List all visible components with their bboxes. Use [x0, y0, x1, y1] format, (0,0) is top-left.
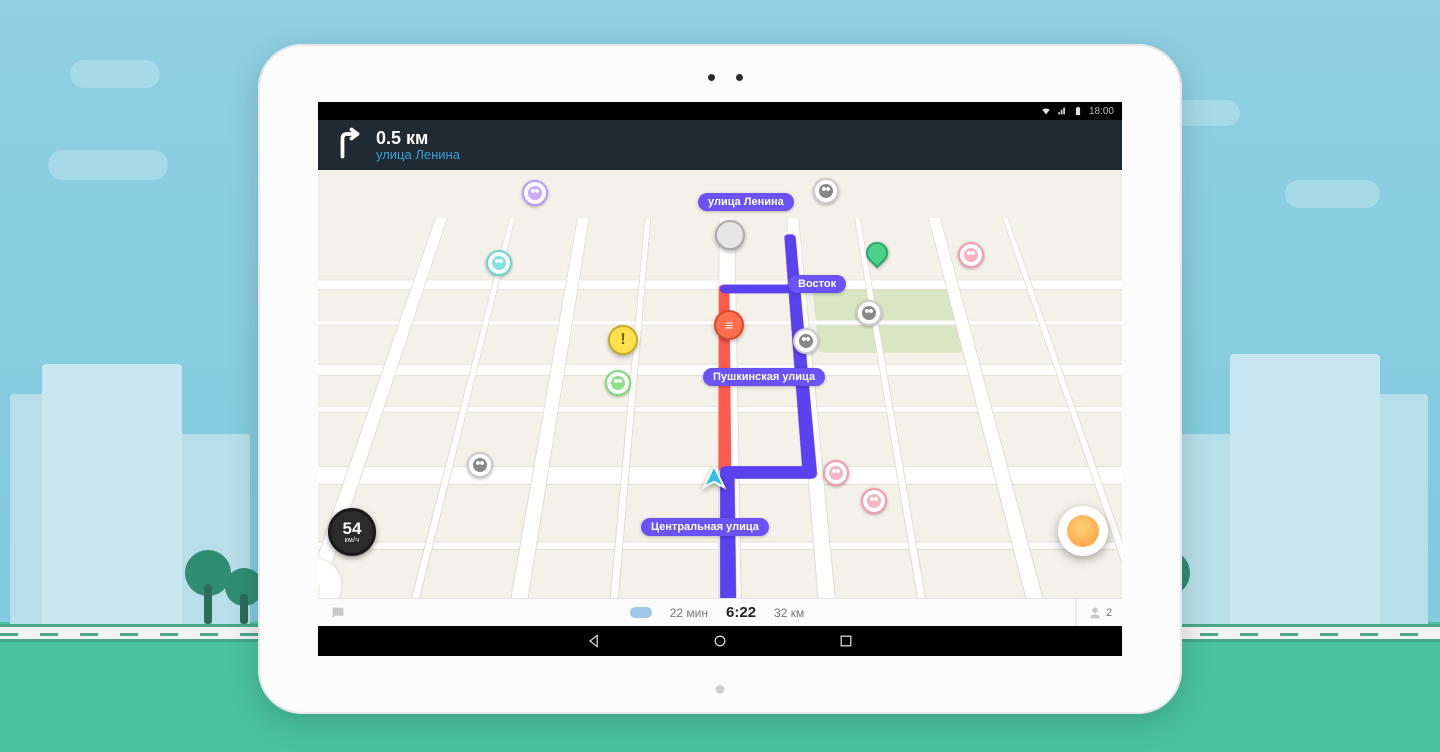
next-turn-street: улица Ленина: [376, 147, 460, 162]
cloud-icon: [48, 150, 168, 180]
wazer-icon[interactable]: [856, 300, 882, 326]
eta-info[interactable]: 22 мин 6:22 32 км: [358, 604, 1076, 621]
turn-right-icon: [332, 126, 362, 165]
time-remaining: 22 мин: [670, 606, 708, 620]
speedometer[interactable]: 54 км/ч: [328, 508, 376, 556]
chat-button[interactable]: [318, 605, 358, 621]
wifi-icon: [1041, 106, 1051, 116]
roundabout: [318, 558, 352, 598]
hazard-report-icon[interactable]: [608, 325, 638, 355]
camera-dot-icon: [736, 74, 743, 81]
wazer-icon[interactable]: [861, 488, 887, 514]
cloud-icon: [70, 60, 160, 88]
back-button[interactable]: [586, 633, 602, 649]
speed-unit: км/ч: [345, 537, 360, 544]
speed-value: 54: [343, 520, 362, 537]
direction-text: 0.5 км улица Ленина: [376, 128, 460, 162]
friends-button[interactable]: 2: [1076, 599, 1122, 626]
overview-button[interactable]: [838, 633, 854, 649]
person-icon: [1087, 605, 1103, 621]
signal-icon: [1057, 106, 1067, 116]
wazer-icon[interactable]: [467, 452, 493, 478]
street-label-pushkinskaya: Пушкинская улица: [703, 368, 825, 386]
traffic-report-icon[interactable]: [714, 310, 744, 340]
camera-dot-icon: [708, 74, 715, 81]
status-time: 18:00: [1089, 106, 1114, 117]
route-segment: [720, 466, 818, 479]
cloud-icon: [1285, 180, 1380, 208]
battery-icon: [1073, 106, 1083, 116]
street-label-vostok: Восток: [788, 275, 846, 293]
tablet-frame: 18:00 0.5 км улица Ленина: [258, 44, 1182, 714]
report-button[interactable]: [1058, 506, 1108, 556]
wazer-icon[interactable]: [605, 370, 631, 396]
eta-time: 6:22: [726, 604, 756, 621]
next-turn-distance: 0.5 км: [376, 128, 460, 149]
android-nav-bar: [318, 626, 1122, 656]
building-icon: [42, 364, 182, 624]
map-plane: [318, 217, 1122, 598]
route-pill-icon: [630, 607, 652, 618]
navigation-app[interactable]: 0.5 км улица Ленина: [318, 120, 1122, 626]
police-report-icon[interactable]: [715, 220, 745, 250]
street-label-lenina: улица Ленина: [698, 193, 794, 211]
android-status-bar: 18:00: [318, 102, 1122, 120]
wazer-icon[interactable]: [486, 250, 512, 276]
map-canvas[interactable]: улица Ленина Восток Пушкинская улица Цен…: [318, 170, 1122, 598]
street-label-tsentralnaya: Центральная улица: [641, 518, 769, 536]
friends-count: 2: [1106, 607, 1112, 619]
chat-icon: [330, 605, 346, 621]
wazer-icon[interactable]: [823, 460, 849, 486]
wazer-icon[interactable]: [958, 242, 984, 268]
building-icon: [1230, 354, 1380, 624]
eta-bar[interactable]: 22 мин 6:22 32 км 2: [318, 598, 1122, 626]
home-indicator: [716, 685, 725, 694]
wazer-icon[interactable]: [522, 180, 548, 206]
tablet-screen: 18:00 0.5 км улица Ленина: [318, 102, 1122, 656]
wazer-icon[interactable]: [793, 328, 819, 354]
current-location-arrow-icon: [694, 458, 734, 498]
home-button[interactable]: [712, 633, 728, 649]
direction-panel[interactable]: 0.5 км улица Ленина: [318, 120, 1122, 170]
report-balloon-icon: [1067, 515, 1099, 547]
wazer-icon[interactable]: [813, 178, 839, 204]
distance-remaining: 32 км: [774, 606, 804, 620]
